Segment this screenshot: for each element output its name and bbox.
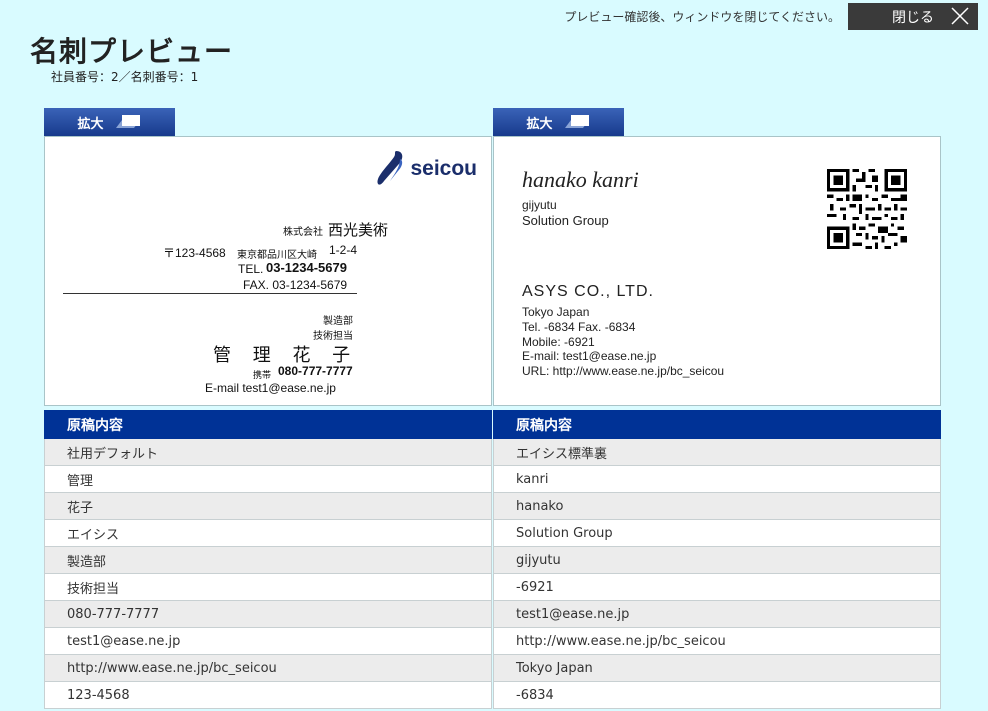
company-logo: seicou — [376, 149, 477, 189]
address-text: 東京都品川区大崎 — [237, 250, 317, 261]
top-bar: プレビュー確認後、ウィンドウを閉じてください。 閉じる — [564, 3, 978, 30]
back-url: URL: http://www.ease.ne.jp/bc_seicou — [522, 364, 725, 378]
table-row: 080-777-7777 — [44, 601, 492, 628]
table-row: 技術担当 — [44, 574, 492, 601]
company-prefix: 株式会社 — [283, 227, 323, 238]
close-icon — [951, 7, 969, 25]
table-row: エイシス — [44, 520, 492, 547]
zoom-front-button[interactable]: 拡大 — [44, 108, 175, 136]
back-card-preview: hanako kanri gijyutu Solution Group ASYS… — [493, 136, 941, 406]
zoom-label: 拡大 — [77, 116, 104, 132]
table-row: 社用デフォルト — [44, 439, 492, 466]
card-icon — [115, 115, 140, 128]
company-name: 西光美術 — [328, 221, 389, 239]
back-mobile: Mobile: -6921 — [522, 335, 595, 349]
mobile-label: 携帯 — [253, 370, 272, 380]
table-row: Solution Group — [493, 520, 941, 547]
table-row: Tokyo Japan — [493, 655, 941, 682]
back-city: Tokyo Japan — [522, 305, 590, 319]
zoom-label: 拡大 — [526, 116, 553, 132]
back-department: gijyutu — [522, 198, 557, 212]
page-subtitle: 社員番号：2／名刺番号：1 — [51, 70, 199, 84]
front-table: 社用デフォルト 管理 花子 エイシス 製造部 技術担当 080-777-7777… — [44, 439, 492, 709]
mobile-number: 080-777-7777 — [278, 364, 353, 378]
table-row: 製造部 — [44, 547, 492, 574]
table-row: test1@ease.ne.jp — [493, 601, 941, 628]
card-divider — [63, 293, 357, 294]
back-column: 拡大 hanako kanri gijyutu Solution Group A… — [493, 108, 941, 709]
back-group: Solution Group — [522, 213, 609, 228]
table-row: gijyutu — [493, 547, 941, 574]
table-row: -6834 — [493, 682, 941, 709]
department: 製造部 — [323, 316, 353, 327]
table-row: http://www.ease.ne.jp/bc_seicou — [493, 628, 941, 655]
logo-text: seicou — [410, 157, 477, 180]
tel-number: 03-1234-5679 — [266, 260, 347, 275]
table-row: 管理 — [44, 466, 492, 493]
role: 技術担当 — [313, 331, 353, 342]
front-column: 拡大 seicou 株式会社 西光美術 〒123-4568 東京都品川区大崎 1… — [44, 108, 492, 709]
page-title: 名刺プレビュー — [30, 35, 234, 68]
back-table-header: 原稿内容 — [493, 410, 941, 439]
table-row: http://www.ease.ne.jp/bc_seicou — [44, 655, 492, 682]
close-button[interactable]: 閉じる — [848, 3, 978, 30]
card-icon — [564, 115, 589, 128]
tel-label: TEL. — [238, 262, 264, 276]
front-card-preview: seicou 株式会社 西光美術 〒123-4568 東京都品川区大崎 1-2-… — [44, 136, 492, 406]
table-row: kanri — [493, 466, 941, 493]
table-row: test1@ease.ne.jp — [44, 628, 492, 655]
email-address: E-mail test1@ease.ne.jp — [205, 381, 336, 395]
front-table-header: 原稿内容 — [44, 410, 492, 439]
close-instruction: プレビュー確認後、ウィンドウを閉じてください。 — [564, 10, 840, 24]
zip-code: 〒123-4568 — [163, 246, 226, 260]
zoom-back-button[interactable]: 拡大 — [493, 108, 624, 136]
table-row: 123-4568 — [44, 682, 492, 709]
back-tel-fax: Tel. -6834 Fax. -6834 — [522, 320, 636, 334]
back-company-name: ASYS CO., LTD. — [522, 283, 654, 300]
fax-number: FAX. 03-1234-5679 — [243, 278, 348, 292]
table-row: エイシス標準裏 — [493, 439, 941, 466]
table-row: 花子 — [44, 493, 492, 520]
back-table: エイシス標準裏 kanri hanako Solution Group gijy… — [493, 439, 941, 709]
back-email: E-mail: test1@ease.ne.jp — [522, 349, 657, 363]
table-row: hanako — [493, 493, 941, 520]
romaji-name: hanako kanri — [522, 167, 639, 192]
logo-mark-icon — [377, 151, 403, 185]
qr-code-icon — [827, 169, 907, 249]
table-row: -6921 — [493, 574, 941, 601]
address-number: 1-2-4 — [329, 243, 358, 257]
close-button-label: 閉じる — [892, 9, 934, 26]
